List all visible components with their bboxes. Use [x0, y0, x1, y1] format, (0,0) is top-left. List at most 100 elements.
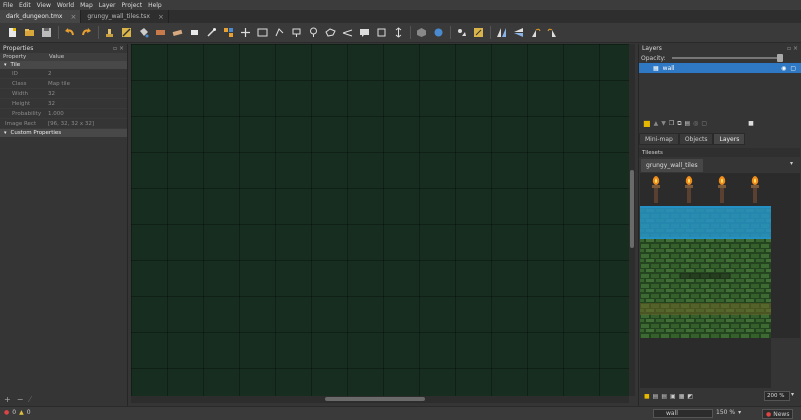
opacity-slider[interactable] [671, 54, 783, 62]
new-icon[interactable] [6, 26, 19, 39]
duplicate-layer-icon[interactable]: ❐ [669, 120, 674, 127]
panel-float-close-icon[interactable]: ▫ × [113, 45, 124, 52]
shape-fill-icon[interactable] [154, 26, 167, 39]
menu-edit[interactable]: Edit [19, 2, 31, 9]
menu-layer[interactable]: Layer [99, 2, 116, 9]
lock-icon[interactable]: ▢ [790, 65, 796, 72]
horizontal-scroll-thumb[interactable] [325, 397, 425, 401]
tab-objects[interactable]: Objects [678, 133, 714, 145]
property-row[interactable]: Probability 1.000 [0, 109, 127, 119]
undo-icon[interactable] [63, 26, 76, 39]
redo-icon[interactable] [80, 26, 93, 39]
polygon-object-icon[interactable] [307, 26, 320, 39]
point-object-icon[interactable] [273, 26, 286, 39]
custom-properties-group[interactable]: ▾ Custom Properties [0, 129, 127, 137]
export-tileset-icon[interactable]: ▤ [661, 393, 667, 400]
new-tileset-icon[interactable]: ■ [644, 393, 650, 400]
open-icon[interactable] [23, 26, 36, 39]
menu-help[interactable]: Help [148, 2, 162, 9]
property-row[interactable]: Height 32 [0, 99, 127, 109]
news-button-box[interactable]: ● News [762, 409, 794, 419]
lower-layer-icon[interactable]: ▼ [661, 120, 666, 127]
map-zoom-value: 150 % [716, 409, 736, 416]
map-canvas[interactable] [131, 44, 629, 396]
property-row[interactable]: ID 2 [0, 69, 127, 79]
edit-tileset-icon[interactable]: ▣ [670, 393, 676, 400]
move-icon[interactable] [239, 26, 252, 39]
tab-grungy-wall-tiles[interactable]: grungy_wall_tiles.tsx × [81, 10, 169, 23]
tileset-zoom-select[interactable]: 200 % [764, 391, 790, 401]
property-row[interactable]: Width 32 [0, 89, 127, 99]
merge-layer-icon[interactable]: ⧉ [677, 120, 681, 128]
raise-layer-icon[interactable]: ▲ [654, 120, 659, 127]
layer-lock-icon[interactable]: ▢ [701, 120, 707, 127]
tab-layers[interactable]: Layers [713, 133, 746, 145]
flip-h-icon[interactable] [455, 26, 468, 39]
tile-object-icon[interactable] [324, 26, 337, 39]
ellipse-object-icon[interactable] [290, 26, 303, 39]
chevron-down-icon[interactable]: ▾ [4, 62, 7, 68]
chevron-down-icon[interactable]: ▾ [791, 391, 794, 398]
menu-map[interactable]: Map [80, 2, 93, 9]
close-icon[interactable]: × [158, 13, 164, 21]
select-same-icon[interactable] [222, 26, 235, 39]
tileset-tab-grungy-wall-tiles[interactable]: grungy_wall_tiles [641, 159, 703, 172]
tab-mini-map[interactable]: Mini-map [639, 133, 679, 145]
tile-group[interactable]: ▾ Tile [0, 61, 127, 69]
layer-visibility-icon[interactable]: ◎ [693, 120, 698, 127]
issue-counters[interactable]: ● 0 ▲ 0 [4, 409, 31, 416]
dynamic-wrap-icon[interactable]: ◩ [687, 393, 693, 400]
delete-tileset-icon[interactable]: ▦ [679, 393, 685, 400]
tileset-image[interactable] [640, 173, 771, 338]
property-value: [96, 32, 32 x 32] [48, 120, 95, 127]
column-value[interactable]: Value [46, 54, 92, 60]
random-mode-icon[interactable] [415, 26, 428, 39]
status-bar: ● 0 ▲ 0 wall 150 % ▾ ● News [0, 406, 801, 420]
text-object-icon[interactable] [358, 26, 371, 39]
wang-fill-icon[interactable] [432, 26, 445, 39]
property-row[interactable]: Image Rect [96, 32, 32 x 32] [0, 119, 127, 129]
edit-icon[interactable]: ⁄ [29, 395, 30, 404]
eraser-icon[interactable] [171, 26, 184, 39]
remove-icon[interactable]: − [17, 395, 24, 404]
flip-v-icon[interactable] [472, 26, 485, 39]
world-tool-icon[interactable] [392, 26, 405, 39]
rotate-left-icon[interactable] [495, 26, 508, 39]
menu-file[interactable]: File [3, 2, 13, 9]
menu-view[interactable]: View [37, 2, 51, 9]
import-tileset-icon[interactable]: ▤ [653, 393, 659, 400]
property-row[interactable]: Class Map tile [0, 79, 127, 89]
panel-float-close-icon[interactable]: ▫ × [787, 45, 798, 52]
menu-icon[interactable]: ■ [748, 120, 754, 127]
column-property[interactable]: Property [0, 54, 46, 60]
rotate-cw-icon[interactable] [546, 26, 559, 39]
magic-wand-icon[interactable] [205, 26, 218, 39]
bucket-fill-icon[interactable] [137, 26, 150, 39]
tab-dark-dungeon[interactable]: dark_dungeon.tmx × [0, 10, 82, 23]
chevron-down-icon[interactable]: ▾ [4, 130, 7, 136]
layer-row-wall[interactable]: ▦ wall ◉ ▢ [639, 63, 801, 73]
rect-object-icon[interactable] [256, 26, 269, 39]
add-icon[interactable]: + [4, 395, 11, 404]
close-icon[interactable]: × [70, 13, 76, 21]
template-icon[interactable] [341, 26, 354, 39]
opacity-handle[interactable] [776, 54, 783, 62]
menu-world[interactable]: World [57, 2, 74, 9]
insert-object-icon[interactable] [375, 26, 388, 39]
save-icon[interactable] [40, 26, 53, 39]
vertical-scroll-thumb[interactable] [630, 170, 634, 248]
delete-layer-icon[interactable]: ▤ [685, 120, 691, 127]
rotate-right-icon[interactable] [512, 26, 525, 39]
chevron-down-icon[interactable]: ▾ [790, 160, 793, 167]
current-layer-select[interactable]: wall [653, 409, 713, 418]
map-zoom-select[interactable]: 150 % ▾ [716, 409, 741, 416]
stamp-brush-icon[interactable] [103, 26, 116, 39]
layer-select-box[interactable]: wall [653, 409, 713, 418]
new-layer-icon[interactable]: ■ [643, 119, 651, 128]
rect-select-icon[interactable] [188, 26, 201, 39]
eye-icon[interactable]: ◉ [781, 65, 786, 72]
terrain-brush-icon[interactable] [120, 26, 133, 39]
rotate-ccw-icon[interactable] [529, 26, 542, 39]
news-button[interactable]: ● News [762, 409, 794, 419]
menu-project[interactable]: Project [122, 2, 143, 9]
